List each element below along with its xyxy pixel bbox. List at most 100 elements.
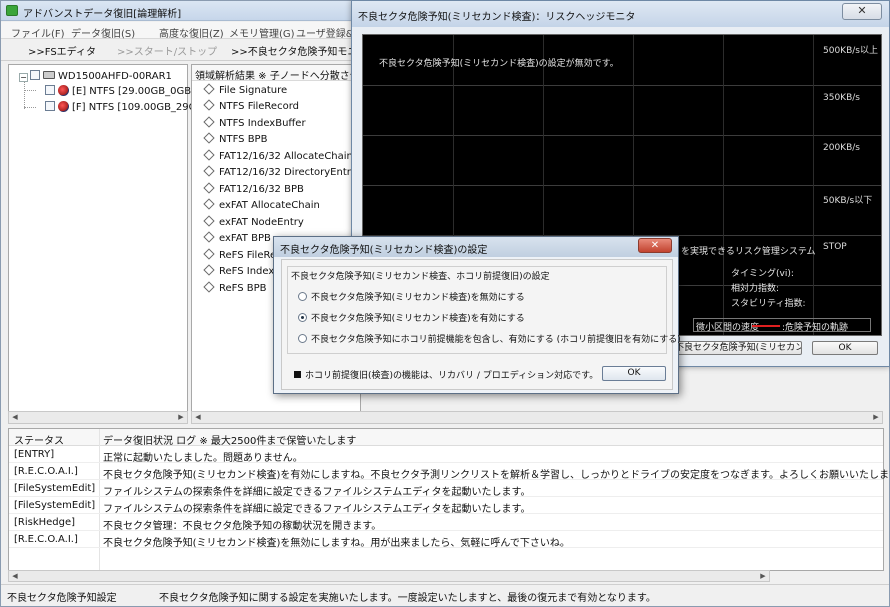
dialog-note: ホコリ前提復旧(検査)の機能は、リカバリ / プロエディション対応です。 xyxy=(294,368,598,381)
volume-e-checkbox[interactable] xyxy=(45,85,55,95)
app-icon xyxy=(6,5,18,16)
level-label: 500KB/s以上 xyxy=(823,46,878,56)
scroll-left-icon[interactable]: ◀ xyxy=(10,572,20,581)
status-bar-right: 不良セクタ危険予知に関する設定を実施いたします。一度設定いたしますと、最後の復元… xyxy=(159,593,656,604)
bullet-square-icon xyxy=(294,371,301,378)
log-header-message[interactable]: データ復旧状況 ログ ※ 最大2500件まで保管いたします xyxy=(103,432,356,447)
node-icon xyxy=(203,215,215,227)
list-item[interactable]: ReFS BPB xyxy=(203,281,267,294)
list-item[interactable]: FAT12/16/32 AllocateChain xyxy=(203,149,353,162)
node-icon xyxy=(203,83,215,95)
option-enable-dust[interactable]: 不良セクタ危険予知にホコリ前提機能を包含し、有効にする (ホコリ前提復旧を有効に… xyxy=(298,332,681,345)
menu-file[interactable]: ファイル(F) xyxy=(11,25,65,40)
volume-icon xyxy=(58,85,69,96)
node-icon xyxy=(203,182,215,194)
list-item[interactable]: NTFS BPB xyxy=(203,132,267,145)
log-row[interactable]: [FileSystemEdit] ファイルシステムの探索条件を詳細に設定できるファ… xyxy=(9,480,883,498)
monitor-title: 不良セクタ危険予知(ミリセカンド検査)：リスクヘッジモニタ xyxy=(358,12,636,23)
list-item[interactable]: File Signature xyxy=(203,83,287,96)
timing-label: タイミング(vi): xyxy=(731,269,794,279)
list-item[interactable]: NTFS IndexBuffer xyxy=(203,116,306,129)
menu-memory[interactable]: メモリ管理(G) xyxy=(229,25,295,40)
dialog-title-bar[interactable]: 不良セクタ危険予知(ミリセカンド検査)の設定 ✕ xyxy=(274,237,678,257)
volume-f-label: [F] NTFS [109.00GB_29G xyxy=(72,102,197,113)
menu-user[interactable]: ユーザ登録& xyxy=(296,25,354,40)
settings-group: 不良セクタ危険予知(ミリセカンド検査、ホコリ前提復旧)の設定 不良セクタ危険予知… xyxy=(287,266,681,354)
disk-label: WD1500AHFD-00RAR1 xyxy=(58,71,172,82)
settings-group-title: 不良セクタ危険予知(ミリセカンド検査、ホコリ前提復旧)の設定 xyxy=(291,272,550,282)
list-item[interactable]: ReFS IndexE xyxy=(203,264,281,277)
relative-strength-label: 相対力指数: xyxy=(731,284,780,294)
menu-data-recovery[interactable]: データ復旧(S) xyxy=(71,25,135,40)
scroll-right-icon[interactable]: ▶ xyxy=(758,572,768,581)
scroll-right-icon[interactable]: ▶ xyxy=(176,413,186,422)
option-disable[interactable]: 不良セクタ危険予知(ミリセカンド検査)を無効にする xyxy=(298,290,525,303)
node-icon xyxy=(203,264,215,276)
level-label: 350KB/s xyxy=(823,93,860,103)
close-icon[interactable]: ✕ xyxy=(638,238,672,253)
list-item[interactable]: FAT12/16/32 DirectoryEntry xyxy=(203,165,357,178)
tree-disk-node[interactable]: − WD1500AHFD-00RAR1 xyxy=(19,70,172,84)
scroll-right-icon[interactable]: ▶ xyxy=(871,413,881,422)
log-row[interactable]: [R.E.C.O.A.I.] 不良セクタ危険予知(ミリセカンド検査)を無効にします… xyxy=(9,531,883,549)
volume-f-checkbox[interactable] xyxy=(45,101,55,111)
dialog-title: 不良セクタ危険予知(ミリセカンド検査)の設定 xyxy=(280,245,488,256)
tree-horizontal-scrollbar[interactable]: ◀ ▶ xyxy=(8,411,188,424)
status-bar-left: 不良セクタ危険予知設定 xyxy=(7,593,117,604)
log-header: ステータス データ復旧状況 ログ ※ 最大2500件まで保管いたします xyxy=(9,429,883,447)
list-item[interactable]: exFAT BPB xyxy=(203,231,271,244)
hard-disk-icon xyxy=(43,71,55,79)
node-icon xyxy=(203,231,215,243)
radio-button-selected[interactable] xyxy=(298,313,307,322)
volume-icon xyxy=(58,101,69,112)
list-item[interactable]: FAT12/16/32 BPB xyxy=(203,182,304,195)
disk-checkbox[interactable] xyxy=(30,70,40,80)
stability-label: スタビリティ指数: xyxy=(731,299,806,309)
level-label: 200KB/s xyxy=(823,143,860,153)
log-horizontal-scrollbar[interactable]: ◀ ▶ xyxy=(8,570,770,582)
log-row[interactable]: [ENTRY] 正常に起動いたしました。問題ありません。 xyxy=(9,446,883,464)
node-icon xyxy=(203,281,215,293)
risk-settings-dialog: 不良セクタ危険予知(ミリセカンド検査)の設定 ✕ 不良セクタ危険予知(ミリセカン… xyxy=(273,236,681,394)
log-header-status[interactable]: ステータス xyxy=(14,432,64,447)
node-icon xyxy=(203,149,215,161)
risk-settings-button[interactable]: 不良セクタ危険予知(ミリセカンド検査)の設定 xyxy=(674,341,802,355)
close-icon[interactable]: ✕ xyxy=(842,3,882,20)
node-icon xyxy=(203,248,215,260)
log-row[interactable]: [FileSystemEdit] ファイルシステムの探索条件を詳細に設定できるファ… xyxy=(9,497,883,515)
list-item[interactable]: ReFS FileRec xyxy=(203,248,282,261)
monitor-description: を実現できるリスク管理システム xyxy=(681,247,816,257)
monitor-ok-button[interactable]: OK xyxy=(812,341,878,355)
radio-button[interactable] xyxy=(298,292,307,301)
collapse-icon[interactable]: − xyxy=(19,73,28,82)
scroll-left-icon[interactable]: ◀ xyxy=(10,413,20,422)
fs-editor-button[interactable]: >>FSエディタ xyxy=(28,43,96,58)
list-item[interactable]: exFAT NodeEntry xyxy=(203,215,304,228)
level-label: STOP xyxy=(823,242,847,252)
log-row[interactable]: [RiskHedge] 不良セクタ管理：不良セクタ危険予知の稼動状況を開きます。 xyxy=(9,514,883,532)
dialog-body: 不良セクタ危険予知(ミリセカンド検査、ホコリ前提復旧)の設定 不良セクタ危険予知… xyxy=(281,259,681,390)
log-row[interactable]: [R.E.C.O.A.I.] 不良セクタ危険予知(ミリセカンド検査)を有効にします… xyxy=(9,463,890,481)
start-stop-button[interactable]: >>スタート/ストップ xyxy=(117,43,217,58)
legend-trajectory-line xyxy=(752,325,780,327)
node-icon xyxy=(203,198,215,210)
monitor-legend: 微小区間の速度 :危険予知の軌跡 xyxy=(693,318,871,333)
list-item[interactable]: exFAT AllocateChain xyxy=(203,198,320,211)
list-horizontal-scrollbar[interactable]: ◀ ▶ xyxy=(191,411,883,424)
drive-tree: − WD1500AHFD-00RAR1 [E] NTFS [29.00GB_0GB… xyxy=(8,64,196,422)
radio-button[interactable] xyxy=(298,334,307,343)
risk-monitor-button[interactable]: >>不良セクタ危険予知モニタ xyxy=(231,43,367,58)
monitor-title-bar[interactable]: 不良セクタ危険予知(ミリセカンド検査)：リスクヘッジモニタ ✕ xyxy=(352,1,889,27)
node-icon xyxy=(203,99,215,111)
legend-speed: 微小区間の速度 xyxy=(696,323,760,333)
list-item[interactable]: NTFS FileRecord xyxy=(203,99,299,112)
node-icon xyxy=(203,132,215,144)
main-window-title: アドバンストデータ復旧[論理解析] xyxy=(23,9,182,20)
menu-advanced-recovery[interactable]: 高度な復旧(Z) xyxy=(159,25,224,40)
scroll-left-icon[interactable]: ◀ xyxy=(193,413,203,422)
dialog-ok-button[interactable]: OK xyxy=(602,366,666,381)
level-label: 50KB/s以下 xyxy=(823,196,873,206)
tree-volume-f[interactable]: [F] NTFS [109.00GB_29G xyxy=(45,101,196,115)
tree-volume-e[interactable]: [E] NTFS [29.00GB_0GB- xyxy=(45,85,195,99)
option-enable[interactable]: 不良セクタ危険予知(ミリセカンド検査)を有効にする xyxy=(298,311,525,324)
